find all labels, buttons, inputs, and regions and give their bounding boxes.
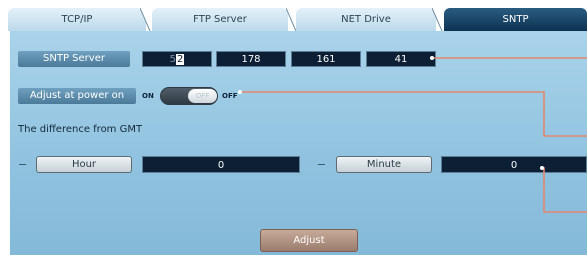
power-on-label: Adjust at power on [18,88,136,104]
minute-dash [318,164,325,165]
minute-label: Minute [336,156,432,173]
tab-net-drive[interactable]: NET Drive [296,8,436,31]
tab-sntp[interactable]: SNTP [444,8,587,31]
hour-value-input[interactable]: 0 [142,156,300,173]
toggle-knob: OFF [188,89,217,103]
sntp-server-label: SNTP Server [18,51,130,67]
sntp-octet-4-input[interactable]: 41 [366,51,436,67]
adjust-button[interactable]: Adjust [260,229,358,252]
sntp-octet-1-input[interactable]: 52 [142,51,212,67]
power-on-toggle[interactable]: OFF [160,87,218,105]
sntp-octet-2-input[interactable]: 178 [216,51,286,67]
toggle-off-label: OFF [222,92,238,100]
hour-label: Hour [36,156,132,173]
tab-ftp-server[interactable]: FTP Server [152,8,288,31]
tab-tcp-ip[interactable]: TCP/IP [8,8,146,31]
octet-1-selection: 2 [176,54,185,65]
toggle-on-label: ON [142,92,154,100]
sntp-settings-screen: TCP/IP FTP Server NET Drive SNTP SNTP Se… [0,0,587,255]
gmt-difference-title: The difference from GMT [18,124,143,135]
sntp-octet-3-input[interactable]: 161 [291,51,361,67]
hour-dash [19,164,26,165]
minute-value-input[interactable]: 0 [441,156,587,173]
